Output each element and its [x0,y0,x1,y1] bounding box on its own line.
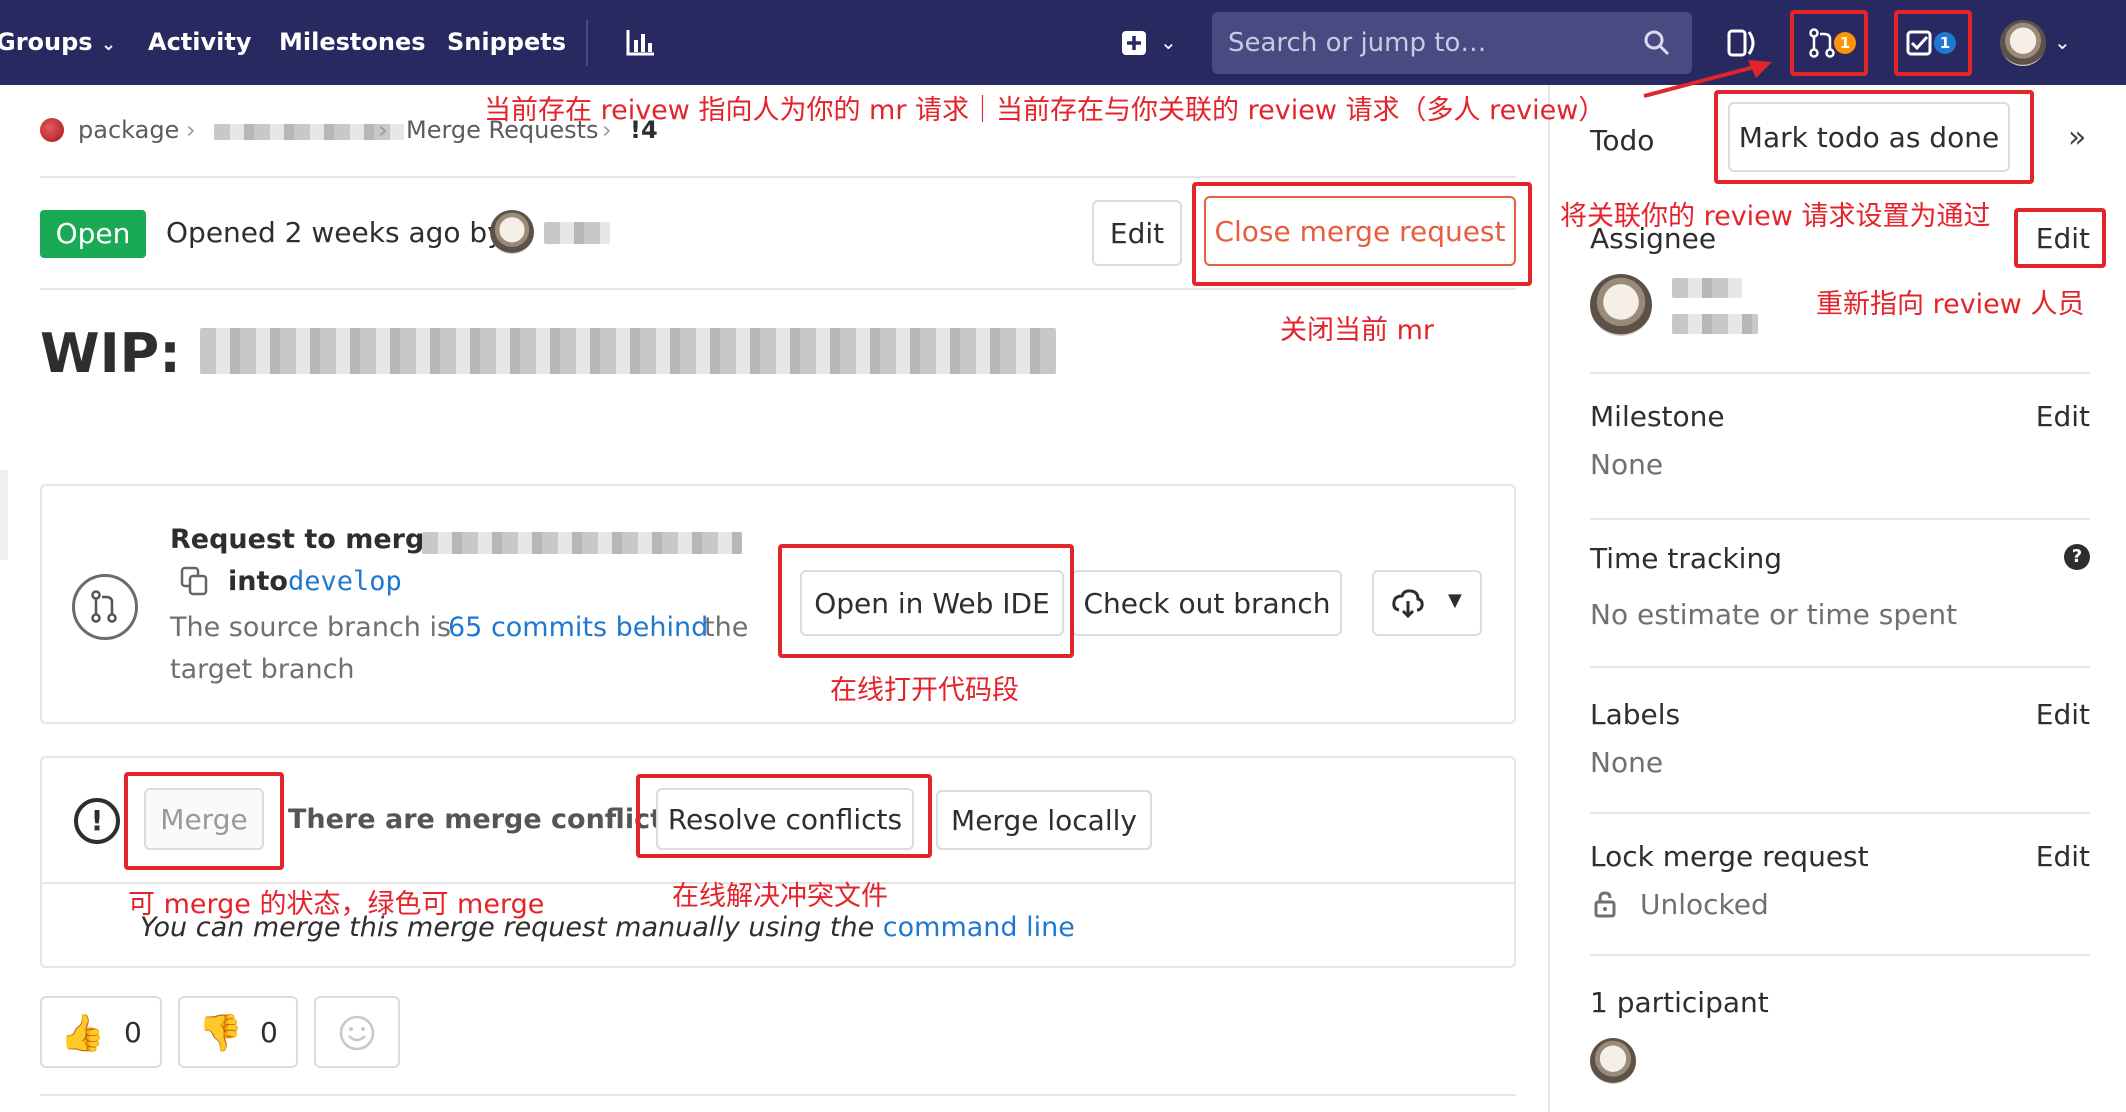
smiley-icon [339,1015,375,1051]
annotation-box-resolve [636,774,932,858]
annotation-resolve: 在线解决冲突文件 [672,881,888,912]
chevron-down-icon[interactable]: ⌄ [1160,30,1177,54]
merge-conflicts-text: There are merge conflicts [288,804,680,835]
annotation-box-web-ide [778,544,1074,658]
divider [1590,954,2090,956]
author-avatar[interactable] [490,210,534,254]
nav-separator [586,20,588,66]
search-box[interactable] [1212,12,1692,74]
nav-snippets[interactable]: Snippets [447,28,566,56]
check-out-branch-button[interactable]: Check out branch [1072,570,1342,636]
project-icon [40,118,64,142]
participants-label: 1 participant [1590,986,1769,1019]
collapse-sidebar-icon[interactable]: » [2068,120,2086,155]
chevron-right-icon: › [378,116,388,144]
thumbs-down-award[interactable]: 👎 0 [178,996,298,1068]
annotation-close-mr: 关闭当前 mr [1280,315,1434,346]
commits-behind-link[interactable]: 65 commits behind [448,612,708,643]
merge-locally-button[interactable]: Merge locally [936,790,1152,850]
request-to-merge-label: Request to merge [170,524,443,555]
milestone-value: None [1590,448,1664,481]
search-input[interactable] [1228,26,1628,60]
labels-value: None [1590,746,1664,779]
user-avatar[interactable] [2000,20,2046,66]
thumbs-up-icon: 👍 [60,1013,105,1054]
annotation-top: 当前存在 reivew 指向人为你的 mr 请求｜当前存在与你关联的 revie… [484,95,1606,126]
thumbs-down-icon: 👎 [198,1013,243,1054]
annotation-reassign: 重新指向 review 人员 [1816,289,2085,320]
download-dropdown-button[interactable]: ▼ [1372,570,1482,636]
annotation-web-ide: 在线打开代码段 [830,675,1019,706]
breadcrumb-project[interactable]: package [78,116,179,144]
divider [1590,812,2090,814]
annotation-box-merge-requests [1790,10,1868,76]
annotation-box-assignee-edit [2014,208,2106,268]
issues-icon[interactable] [1727,28,1759,58]
annotation-merge-state: 可 merge 的状态，绿色可 merge [128,889,545,920]
time-tracking-value: No estimate or time spent [1590,598,1958,631]
target-branch-text: target branch [170,654,355,685]
assignee-username-redacted[interactable] [1672,314,1758,334]
status-badge: Open [40,210,146,258]
lock-value: Unlocked [1640,888,1769,921]
assignee-avatar[interactable] [1590,274,1652,336]
chevron-down-icon[interactable]: ⌄ [2054,30,2071,54]
add-reaction-button[interactable] [314,996,400,1068]
lock-label: Lock merge request [1590,840,1869,873]
chevron-right-icon: › [186,116,196,144]
search-icon[interactable] [1644,30,1670,56]
thumbs-up-award[interactable]: 👍 0 [40,996,162,1068]
divider [1590,372,2090,374]
breadcrumb-namespace-redacted[interactable] [214,124,404,140]
divider [1590,518,2090,520]
source-branch-text: The source branch is [170,612,452,643]
help-icon[interactable]: ? [2064,544,2090,570]
annotation-box-merge [124,772,284,870]
assignee-name-redacted[interactable] [1672,278,1742,298]
source-branch-suffix: the [704,612,749,643]
divider [40,1094,1516,1096]
warning-icon: ! [74,798,120,844]
todo-label: Todo [1590,124,1655,157]
source-branch-redacted[interactable] [422,532,742,554]
annotation-box-mark-todo [1714,90,2034,184]
into-label: into [228,566,288,597]
milestone-label: Milestone [1590,400,1725,433]
thumbs-down-count: 0 [260,1016,278,1049]
chart-icon[interactable] [626,28,656,56]
unlock-icon [1594,891,1616,918]
participant-avatar[interactable] [1590,1038,1636,1084]
nav-milestones[interactable]: Milestones [279,28,426,56]
title-redacted [199,328,1056,374]
nav-groups[interactable]: Groups ⌄ [0,28,116,56]
thumbs-up-count: 0 [124,1016,142,1049]
copy-icon[interactable] [180,566,210,596]
labels-edit-link[interactable]: Edit [2036,698,2090,731]
author-name-redacted[interactable] [544,222,610,244]
plus-square-icon[interactable] [1121,30,1147,56]
page-title: WIP: [40,322,1056,385]
edit-button[interactable]: Edit [1092,200,1182,266]
merge-request-icon [72,574,138,640]
collapsed-sidebar-edge [0,470,8,560]
lock-edit-link[interactable]: Edit [2036,840,2090,873]
caret-down-icon: ▼ [1448,590,1462,611]
divider [1590,666,2090,668]
milestone-edit-link[interactable]: Edit [2036,400,2090,433]
annotation-approve: 将关联你的 review 请求设置为通过 [1560,201,1991,232]
title-prefix: WIP: [40,322,181,385]
divider [40,176,1516,178]
opened-text: Opened 2 weeks ago by [166,216,504,249]
nav-activity[interactable]: Activity [148,28,252,56]
time-tracking-label: Time tracking [1590,542,1782,575]
divider [40,288,1516,290]
labels-label: Labels [1590,698,1681,731]
download-cloud-icon [1392,589,1424,618]
annotation-box-close-mr [1192,182,1532,286]
sidebar-border [1548,85,1550,1112]
target-branch-link[interactable]: develop [288,566,402,597]
annotation-box-todos [1894,10,1972,76]
command-line-link[interactable]: command line [883,912,1075,943]
